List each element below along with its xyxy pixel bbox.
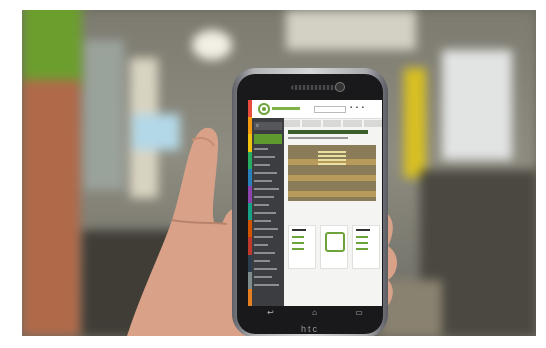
website-sidebar: ≡ — [252, 118, 284, 306]
subnav-item[interactable] — [322, 120, 342, 127]
header-icons[interactable]: ▪ ▪ ▪ — [350, 105, 365, 111]
sidebar-menu-item[interactable] — [254, 284, 279, 286]
sidebar-menu-item[interactable] — [254, 212, 276, 214]
subnav-item[interactable] — [302, 120, 321, 127]
sidebar-menu-item[interactable] — [254, 236, 273, 238]
search-input[interactable] — [314, 106, 346, 113]
sidebar-menu-item[interactable] — [254, 276, 272, 278]
recent-apps-icon[interactable]: ▭ — [355, 308, 363, 317]
card-center[interactable] — [320, 225, 348, 269]
sub-navigation[interactable] — [282, 120, 382, 127]
htc-logo: htc — [300, 324, 319, 334]
menu-icon: ≡ — [256, 123, 259, 129]
front-camera — [335, 82, 345, 92]
hero-banner-image[interactable] — [288, 145, 376, 201]
content-cards — [288, 225, 380, 269]
smartphone: ▪ ▪ ▪ ≡ ↩ ⌂ ▭ htc — [232, 68, 388, 336]
home-icon[interactable]: ⌂ — [312, 308, 317, 317]
sidebar-menu-item[interactable] — [254, 260, 270, 262]
phone-screen: ▪ ▪ ▪ ≡ — [248, 100, 382, 306]
sidebar-menu-item[interactable] — [254, 204, 269, 206]
android-nav-bar: ↩ ⌂ ▭ — [248, 306, 382, 318]
back-icon[interactable]: ↩ — [267, 308, 274, 317]
sidebar-menu-item[interactable] — [254, 220, 271, 222]
page-subtitle — [288, 137, 348, 139]
library-logo-icon — [258, 103, 270, 115]
sidebar-menu-item[interactable] — [254, 148, 268, 150]
banner-caption — [318, 151, 346, 165]
sidebar-highlight[interactable] — [254, 134, 282, 144]
subnav-item[interactable] — [343, 120, 362, 127]
menu-button[interactable]: ≡ — [254, 122, 282, 130]
sidebar-menu-item[interactable] — [254, 172, 277, 174]
sidebar-menu-item[interactable] — [254, 244, 268, 246]
sidebar-menu-item[interactable] — [254, 164, 270, 166]
sidebar-menu-list[interactable] — [254, 148, 282, 292]
subnav-item[interactable] — [282, 120, 301, 127]
card-right[interactable] — [352, 225, 380, 269]
photo-frame: ▪ ▪ ▪ ≡ ↩ ⌂ ▭ htc — [22, 10, 536, 336]
card-left[interactable] — [288, 225, 316, 269]
sidebar-menu-item[interactable] — [254, 180, 272, 182]
website-main-content — [288, 130, 380, 269]
sidebar-menu-item[interactable] — [254, 156, 275, 158]
logo-wordmark — [272, 107, 300, 110]
phone-bezel: ▪ ▪ ▪ ≡ ↩ ⌂ ▭ htc — [237, 74, 383, 334]
speaker-grill — [291, 85, 339, 90]
sidebar-menu-item[interactable] — [254, 268, 277, 270]
sidebar-menu-item[interactable] — [254, 196, 274, 198]
page-title — [288, 130, 368, 134]
subnav-item[interactable] — [363, 120, 382, 127]
sidebar-menu-item[interactable] — [254, 252, 275, 254]
website-header: ▪ ▪ ▪ — [252, 100, 382, 119]
sidebar-menu-item[interactable] — [254, 188, 279, 190]
sidebar-menu-item[interactable] — [254, 228, 278, 230]
green-badge-icon — [325, 232, 345, 252]
